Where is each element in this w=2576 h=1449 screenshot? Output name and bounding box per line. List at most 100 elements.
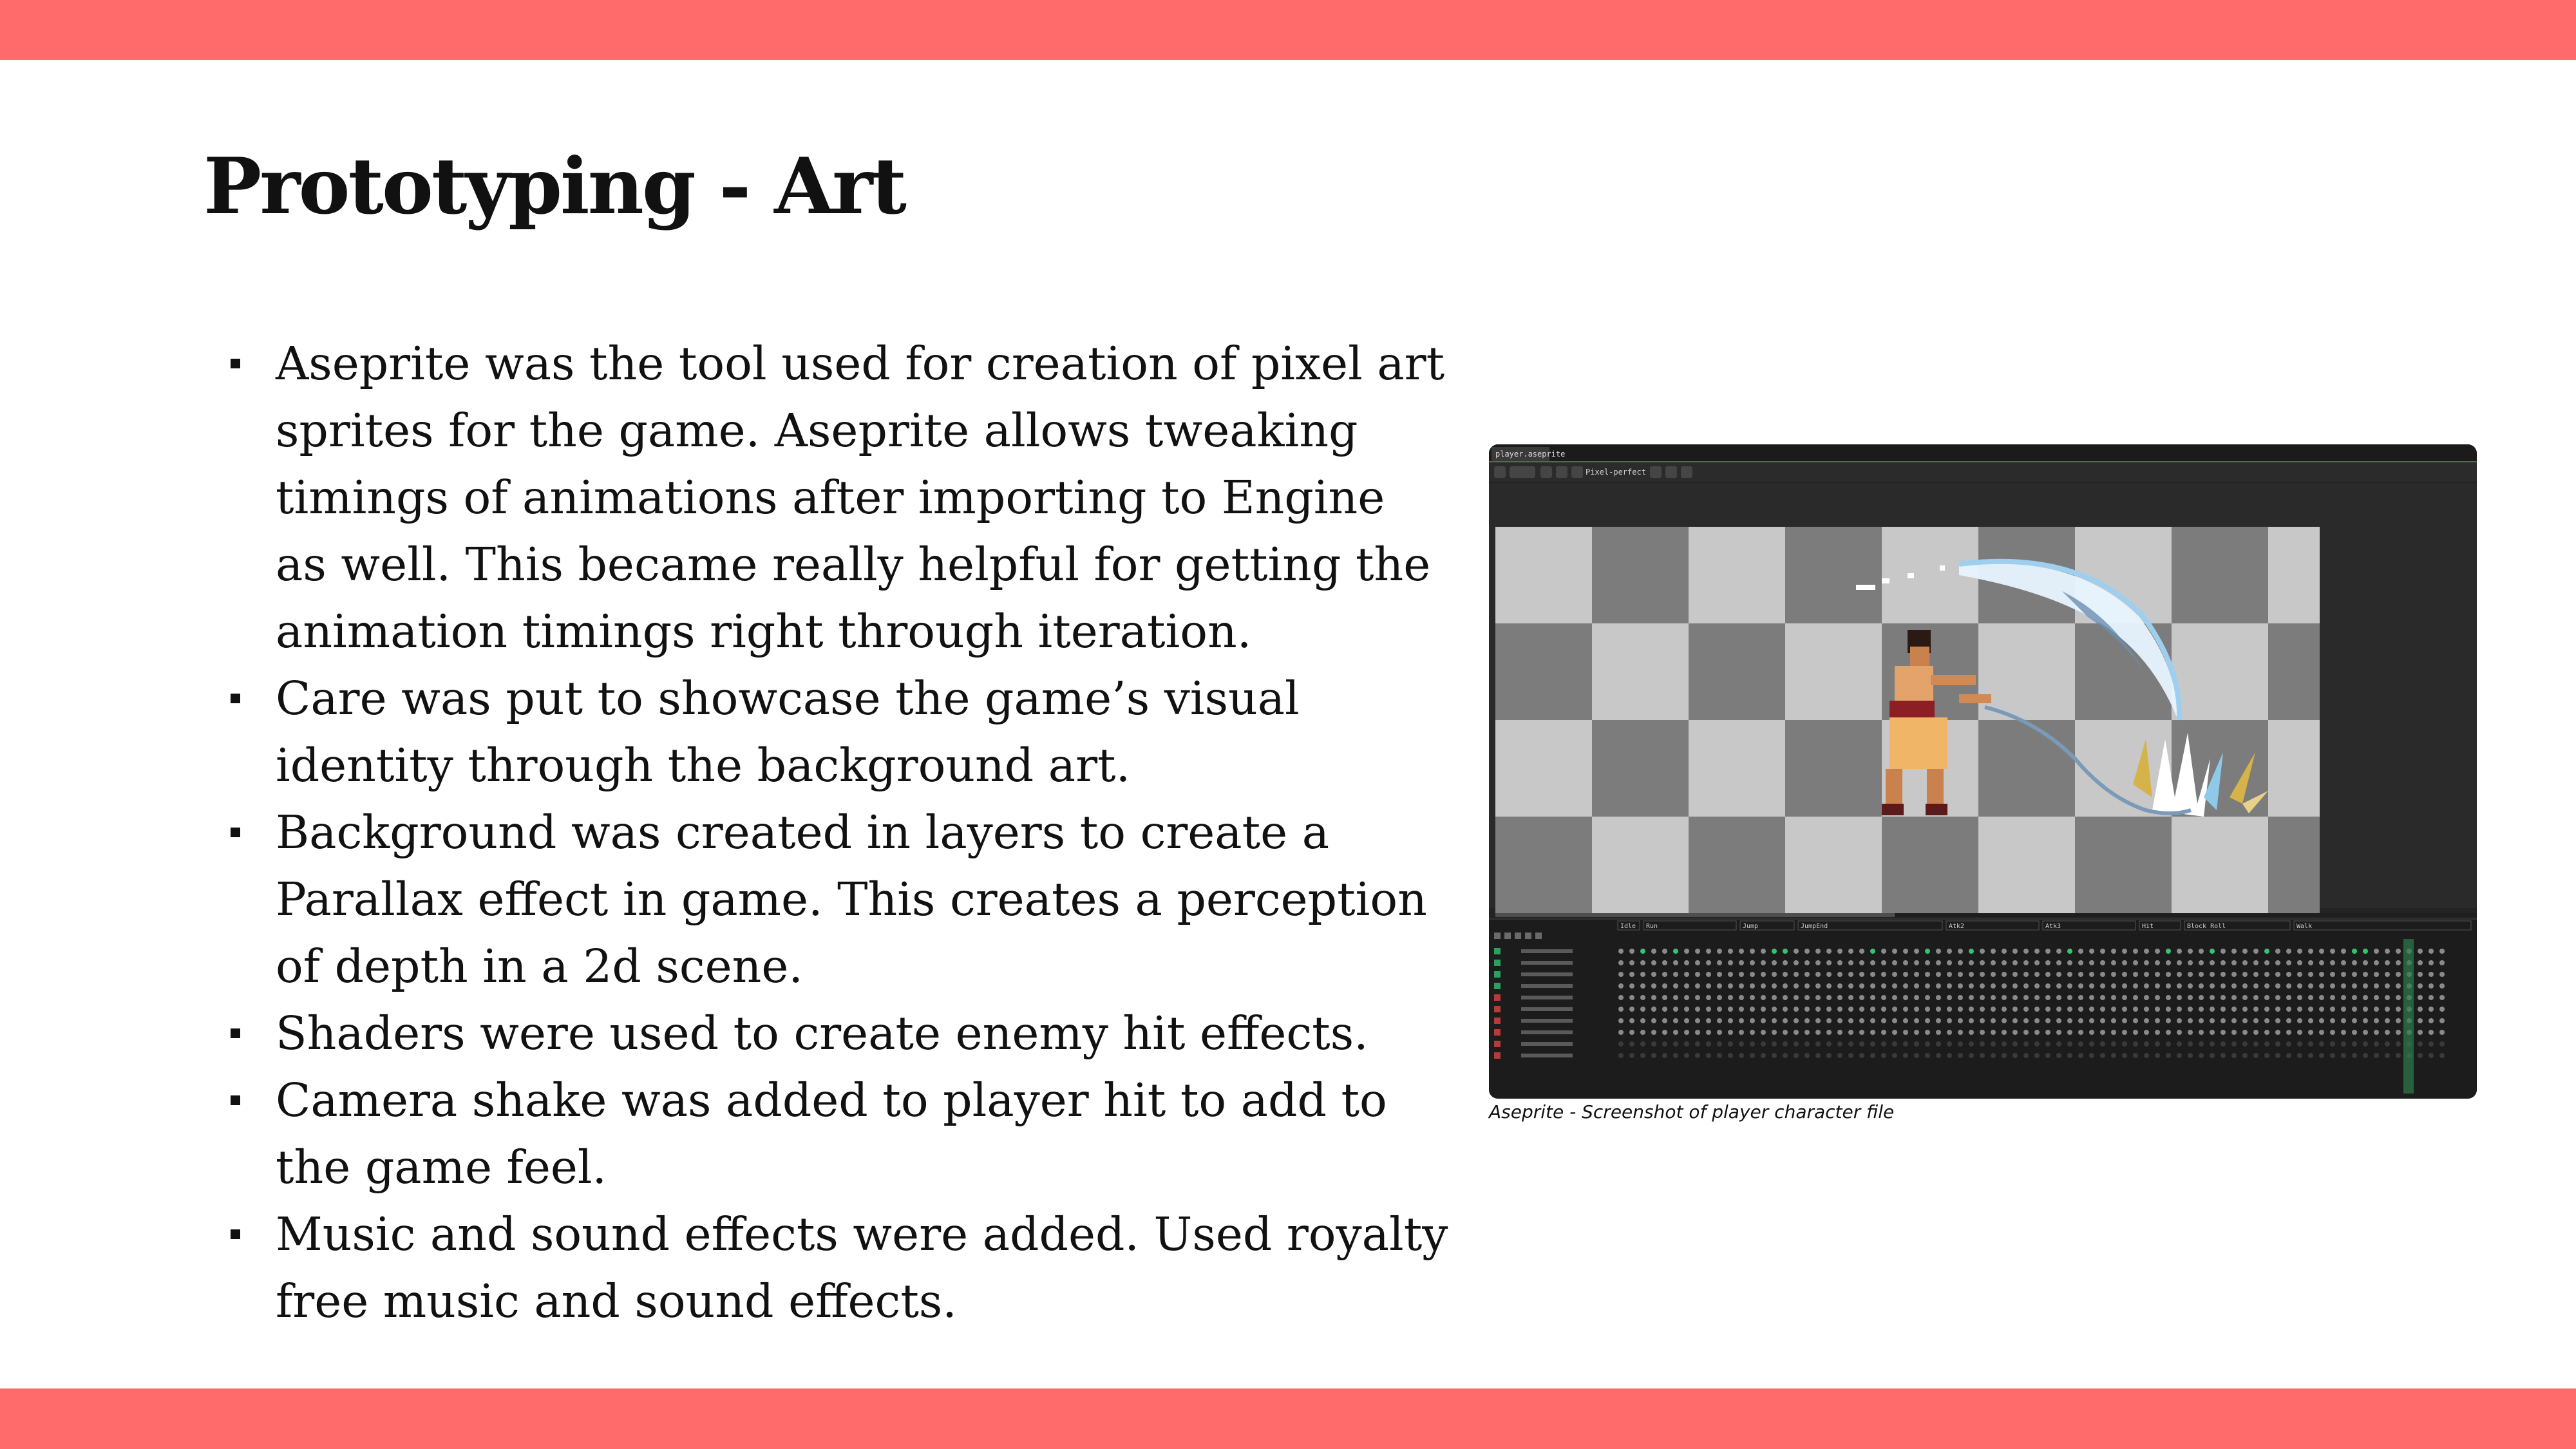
cel-dot [2089, 1030, 2094, 1035]
cel-dot [2418, 1053, 2423, 1058]
cel-dot [1892, 983, 1897, 989]
cel-dot [2089, 1018, 2094, 1023]
cel-dot [1750, 972, 1755, 977]
cel-dot [2297, 1018, 2302, 1023]
slide-title: Prototyping - Art [204, 141, 907, 232]
cel-dot [2275, 949, 2280, 954]
cel-dot [1892, 972, 1897, 977]
cel-dot [1991, 960, 1996, 965]
cel-dot [2286, 960, 2291, 965]
water-splash [2152, 733, 2210, 817]
scrollbar-thumb[interactable] [1495, 913, 1895, 917]
cel-dot [1673, 949, 1678, 954]
cel-dot [1794, 972, 1799, 977]
cel-dot [1739, 983, 1744, 989]
cel-dot [2144, 1053, 2149, 1058]
cel-dot [1706, 1007, 1711, 1012]
cel-dot [1837, 1007, 1842, 1012]
cel-dot [1783, 1041, 1788, 1046]
cel-dot [2199, 1030, 2204, 1035]
cel-dot [1717, 995, 1722, 1000]
cel-dot [2352, 983, 2357, 989]
cel-dot [2242, 949, 2248, 954]
cel-dot [1892, 1030, 1897, 1035]
cel-dot [1969, 949, 1974, 954]
cel-dot [2341, 1018, 2346, 1023]
cel-dot [1695, 1030, 1700, 1035]
cel-dot [2439, 1053, 2445, 1058]
cel-dot [2045, 995, 2050, 1000]
cel-dot [2341, 983, 2346, 989]
cel-dot [1936, 960, 1941, 965]
cel-dot [2188, 1030, 2193, 1035]
cel-dot [2418, 1018, 2423, 1023]
cel-dot [2067, 949, 2072, 954]
cel-dot [2385, 1041, 2390, 1046]
cel-dot [2155, 960, 2160, 965]
cel-dot [1662, 1053, 1667, 1058]
cel-dot [2330, 960, 2335, 965]
bullet-item: Shaders were used to create enemy hit ef… [225, 1000, 1449, 1067]
cel-dot [2253, 983, 2259, 989]
canvas-scrollbar[interactable] [1495, 913, 2477, 917]
cel-dot [1772, 1018, 1777, 1023]
cel-dot [2308, 995, 2313, 1000]
cel-dot [2418, 960, 2423, 965]
cel-dot [1804, 1030, 1810, 1035]
cel-dot [2264, 1053, 2269, 1058]
cel-dot [2199, 1018, 2204, 1023]
cel-dot [2253, 949, 2259, 954]
cel-dot [1783, 960, 1788, 965]
cel-dot [2100, 1041, 2105, 1046]
cel-dot [2056, 972, 2061, 977]
cel-dot [2231, 1041, 2237, 1046]
cel-dot [2210, 1007, 2215, 1012]
cel-dot [2002, 983, 2007, 989]
cel-dot [2045, 949, 2050, 954]
cel-dot [2439, 995, 2445, 1000]
bullet-text: Background was created in layers to crea… [276, 806, 1427, 993]
cel-dot [1695, 1041, 1700, 1046]
cel-dot [1947, 1030, 1952, 1035]
animation-tag-label: Walk [2297, 923, 2312, 930]
cel-dot [2023, 972, 2029, 977]
layer-name-bar [1521, 1019, 1573, 1023]
cel-dot [2199, 960, 2204, 965]
animation-timeline: Idle Run Jump JumpEnd Atk2 Atk3 Hit Block Roll W… [1489, 918, 2477, 1099]
cel-dot [1837, 960, 1842, 965]
cel-dot [2330, 1018, 2335, 1023]
cel-dot [2319, 995, 2324, 1000]
cel-dot [2275, 1030, 2280, 1035]
cel-dot [2374, 949, 2379, 954]
cel-dot [1870, 1053, 1875, 1058]
cel-dot [1914, 972, 1919, 977]
cel-dot [1728, 1018, 1733, 1023]
cel-dot [1947, 1007, 1952, 1012]
editor-toolbar: Pixel-perfect [1489, 462, 2477, 482]
cel-dot [2374, 972, 2379, 977]
cel-dot [1991, 995, 1996, 1000]
cel-dot [2056, 995, 2061, 1000]
cel-dot [1892, 1018, 1897, 1023]
cel-dot [2363, 949, 2368, 954]
cel-dot [1717, 1041, 1722, 1046]
cel-dot [2067, 995, 2072, 1000]
timeline-controls [1494, 933, 1542, 939]
cel-dot [2144, 1007, 2149, 1012]
cel-dot [1914, 949, 1919, 954]
cel-dot [2122, 1030, 2127, 1035]
cel-dot [2341, 1053, 2346, 1058]
cel-dot [2166, 995, 2171, 1000]
layer-visibility-icon [1494, 1041, 1501, 1047]
layer-visibility-icon [1494, 1018, 1501, 1024]
cel-dot [2396, 995, 2401, 1000]
cel-dot [2067, 1041, 2072, 1046]
cel-dot [1936, 1041, 1941, 1046]
bullet-item: Aseprite was the tool used for creation … [225, 330, 1449, 665]
cel-dot [2122, 1041, 2127, 1046]
cel-dot [1662, 1030, 1667, 1035]
animation-tag-label: Atk2 [1949, 923, 1964, 930]
cel-dot [1837, 995, 1842, 1000]
cel-dot [1629, 995, 1634, 1000]
cel-dot [2221, 949, 2226, 954]
